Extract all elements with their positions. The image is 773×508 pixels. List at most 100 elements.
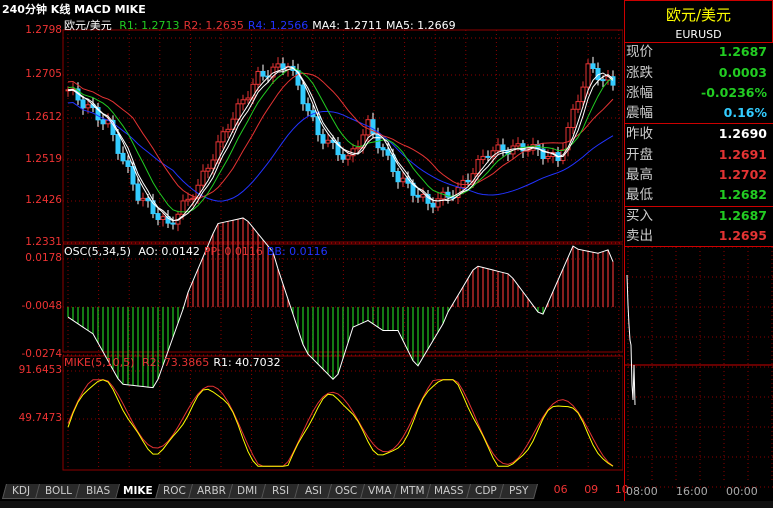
candle-body (465, 179, 471, 183)
tab-arbr[interactable]: ARBR (187, 484, 235, 499)
tab-label: ROC (163, 485, 186, 497)
legend-value: AO: 0.0142 (138, 245, 200, 258)
candle-body (260, 70, 266, 77)
tab-label: BOLL (44, 485, 72, 497)
quote-label: 昨收 (626, 126, 653, 142)
window-title-bar: 240分钟 K线 MACD MIKE (0, 0, 623, 16)
y-tick-label: 1.2705 (25, 68, 62, 80)
quote-value: 1.2687 (718, 44, 767, 59)
main-legend: 欧元/美元 R1: 1.2713 R2: 1.2635 R4: 1.2566 MA4:… (64, 17, 456, 33)
time-tick-label: 08:00 (626, 485, 658, 498)
osc-legend: OSC(5,34,5) AO: 0.0142 PP: 0.0116 BB: 0.01… (64, 245, 328, 258)
candle-body (85, 104, 91, 109)
quote-row: 现价 1.2687 (624, 42, 773, 62)
candle-body (590, 63, 596, 70)
legend-value: MA4: 1.2711 (312, 19, 382, 32)
tab-label: ASI (305, 485, 322, 497)
candle-body (140, 197, 146, 201)
candle-body (500, 144, 506, 152)
candle-body (125, 160, 131, 167)
mike-r2-line (67, 72, 614, 199)
quote-row: 卖出 1.2695 (624, 226, 773, 246)
candle-body (480, 155, 486, 161)
candle-body (220, 131, 226, 143)
y-tick-label: 1.2426 (25, 194, 62, 206)
quote-row: 开盘 1.2691 (624, 145, 773, 165)
candle-body (190, 197, 196, 200)
candle-body (255, 70, 261, 85)
quote-label: 买入 (626, 208, 653, 224)
tab-bias[interactable]: BIAS (74, 484, 122, 499)
quote-label: 震幅 (626, 105, 653, 121)
legend-value: R1: 1.2713 (119, 19, 180, 32)
tab-label: OSC (335, 485, 358, 497)
candle-body (325, 139, 331, 144)
legend-value: R1: 40.7032 (213, 356, 281, 369)
intraday-mini-chart[interactable] (624, 245, 773, 505)
candle-body (430, 202, 436, 208)
tab-label: VMA (367, 485, 392, 497)
quote-value: -0.0236% (701, 85, 767, 100)
quote-label: 涨跌 (626, 65, 653, 81)
quote-row: 昨收 1.2690 (624, 124, 773, 144)
candle-body (120, 152, 126, 162)
candle-body (300, 84, 306, 105)
mike-r1-line (67, 379, 614, 467)
quote-value: 1.2691 (718, 147, 767, 162)
quote-title: 欧元/美元 (624, 0, 773, 29)
quote-label: 涨幅 (626, 85, 653, 101)
candle-body (575, 101, 581, 110)
indicator-tabs: KDJ BOLL BIAS MIKE ROC ARBR DMI RSI ASI OSC VMA MTM… (0, 484, 623, 501)
candle-body (160, 216, 166, 220)
tab-boll[interactable]: BOLL (34, 484, 82, 499)
quote-value: 1.2702 (718, 167, 767, 182)
candle-body (380, 147, 386, 151)
y-tick-label: 91.6453 (18, 364, 62, 376)
mike-legend: MIKE(5,10,5) R2: 73.3865 R1: 40.7032 (64, 356, 281, 369)
quote-label: 现价 (626, 44, 653, 60)
quote-value: 1.2690 (718, 126, 767, 141)
y-tick-label: -0.0274 (21, 348, 62, 360)
candle-body (205, 167, 211, 172)
tab-label: DMI (237, 485, 258, 497)
quote-panel: 欧元/美元 EURUSD 现价 1.2687 涨跌 0.0003 涨幅 -0.0236% 震… (624, 0, 773, 508)
quote-value: 1.2687 (718, 208, 767, 223)
y-tick-label: 1.2798 (25, 24, 62, 36)
quote-row: 震幅 0.16% (624, 103, 773, 123)
mike-r1-line (67, 67, 614, 213)
candle-body (80, 99, 86, 109)
candle-body (435, 198, 441, 208)
candle-body (515, 143, 521, 147)
quote-value: 0.16% (723, 105, 767, 120)
tab-label: KDJ (12, 485, 31, 497)
candle-body (385, 149, 391, 156)
candle-body (340, 154, 346, 160)
quote-value: 0.0003 (718, 65, 767, 80)
tab-psy[interactable]: PSY (498, 484, 539, 499)
tab-label: MIKE (123, 485, 153, 497)
quote-row: 涨跌 0.0003 (624, 63, 773, 83)
panel-frame (62, 355, 623, 471)
status-strip (0, 501, 773, 508)
legend-value: R4: 1.2566 (247, 19, 309, 32)
candle-body (580, 86, 586, 103)
candle-body (155, 213, 161, 220)
y-tick-label: 1.2331 (25, 236, 62, 248)
tab-label: MTM (400, 485, 425, 497)
quote-value: 1.2695 (718, 228, 767, 243)
tab-label: RSI (271, 485, 290, 497)
tab-mike[interactable]: MIKE (114, 484, 162, 499)
legend-value: R2: 73.3865 (141, 356, 210, 369)
candle-body (240, 99, 246, 105)
candle-body (245, 97, 251, 101)
tab-label: CDP (474, 485, 497, 497)
tab-mass[interactable]: MASS (425, 484, 473, 499)
y-tick-label: 1.2519 (25, 153, 62, 165)
legend-value: PP: 0.0116 (203, 245, 263, 258)
candle-body (355, 146, 361, 150)
candle-body (395, 171, 401, 183)
candle-body (185, 198, 191, 202)
tab-label: MASS (434, 485, 464, 497)
quote-label: 开盘 (626, 147, 653, 163)
chart-area[interactable]: 欧元/美元 R1: 1.2713 R2: 1.2635 R4: 1.2566 MA4:… (0, 16, 629, 496)
